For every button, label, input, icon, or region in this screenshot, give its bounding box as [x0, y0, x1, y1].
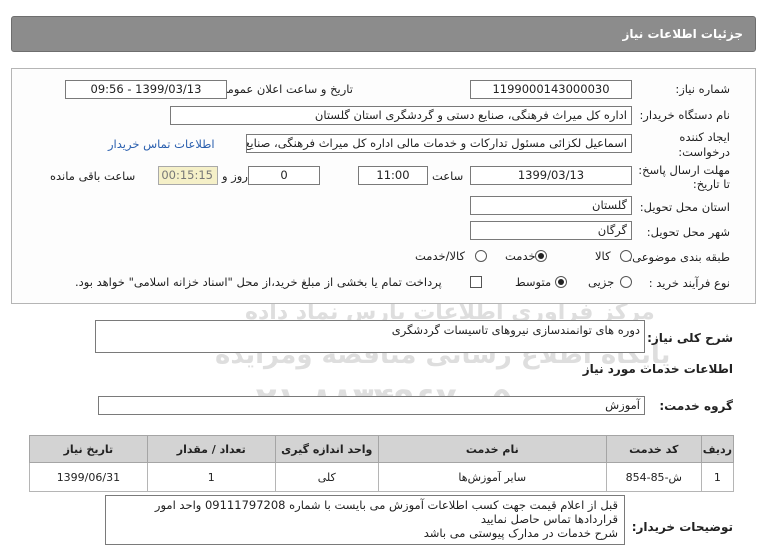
province-field: گلستان: [470, 196, 632, 215]
deadline-date-field: 1399/03/13: [470, 166, 632, 185]
province-label: استان محل تحویل:: [639, 200, 730, 214]
city-field: گرگان: [470, 221, 632, 240]
col-row-number: ردیف: [700, 435, 735, 463]
category-radio-goods-service[interactable]: [475, 250, 487, 262]
process-option-minor: جزیی: [588, 275, 615, 289]
buyer-org-label: نام دستگاه خریدار:: [639, 108, 730, 122]
requester-field: اسماعیل لکزائی مسئول تدارکات و خدمات مال…: [246, 134, 632, 153]
category-option-goods-service: کالا/خدمت: [415, 249, 466, 263]
cell-row-number: 1: [700, 462, 735, 492]
col-service-code: کد خدمت: [605, 435, 702, 463]
page-header: جزئیات اطلاعات نیاز: [11, 16, 756, 52]
buyer-contact-link[interactable]: اطلاعات تماس خریدار: [108, 137, 215, 151]
col-service-name: نام خدمت: [377, 435, 607, 463]
cell-need-date: 1399/06/31: [29, 462, 148, 492]
deadline-time-label: ساعت: [432, 169, 464, 183]
col-need-date: تاریخ نیاز: [29, 435, 148, 463]
deadline-label-2: تا تاریخ:: [692, 177, 730, 191]
general-desc-field: دوره های توانمندسازی نیروهای تاسیسات گرد…: [95, 320, 645, 353]
city-label: شهر محل تحویل:: [646, 225, 730, 239]
requester-label-1: ایجاد کننده: [679, 130, 730, 144]
requester-label-2: درخواست:: [678, 145, 730, 159]
need-number-label: شماره نیاز:: [675, 82, 730, 96]
cell-service-code: ش-85-854: [605, 462, 702, 492]
col-unit: واحد اندازه گیری: [274, 435, 379, 463]
cell-service-name: سایر آموزش‌ها: [377, 462, 607, 492]
service-group-label: گروه خدمت:: [659, 399, 733, 413]
need-number-field: 1199000143000030: [470, 80, 632, 99]
process-option-medium: متوسط: [515, 275, 552, 289]
deadline-label-1: مهلت ارسال پاسخ:: [638, 163, 730, 177]
page-title: جزئیات اطلاعات نیاز: [622, 27, 743, 41]
deadline-days-label: روز و: [222, 169, 248, 183]
category-radio-service[interactable]: [535, 250, 547, 262]
col-quantity: تعداد / مقدار: [146, 435, 276, 463]
cell-quantity: 1: [146, 462, 276, 492]
remaining-time-field: 00:15:15: [158, 166, 218, 185]
process-label: نوع فرآیند خرید :: [648, 276, 730, 290]
announce-datetime-field: 1399/03/13 - 09:56: [65, 80, 227, 99]
category-radio-goods[interactable]: [620, 250, 632, 262]
buyer-notes-field: قبل از اعلام قیمت جهت کسب اطلاعات آموزش …: [105, 495, 625, 545]
treasury-bonds-checkbox[interactable]: [470, 276, 482, 288]
cell-unit: کلی: [274, 462, 379, 492]
buyer-org-field: اداره کل میراث فرهنگی، صنایع دستی و گردش…: [170, 106, 632, 125]
services-table: ردیف کد خدمت نام خدمت واحد اندازه گیری ت…: [29, 435, 735, 492]
buyer-notes-line-3: شرح خدمات در مدارک پیوستی می باشد: [423, 526, 618, 540]
announce-datetime-label: تاریخ و ساعت اعلان عمومی:: [214, 82, 353, 96]
services-table-header: ردیف کد خدمت نام خدمت واحد اندازه گیری ت…: [29, 435, 735, 463]
remaining-time-label: ساعت باقی مانده: [50, 169, 136, 183]
table-row: 1 ش-85-854 سایر آموزش‌ها کلی 1 1399/06/3…: [29, 462, 735, 492]
services-info-title: اطلاعات خدمات مورد نیاز: [582, 362, 733, 376]
process-radio-minor[interactable]: [620, 276, 632, 288]
category-label: طبقه بندی موضوعی:: [628, 250, 730, 264]
general-desc-label: شرح کلی نیاز:: [647, 331, 733, 345]
deadline-days-field: 0: [248, 166, 320, 185]
buyer-notes-label: توضیحات خریدار:: [631, 520, 733, 534]
deadline-time-field: 11:00: [358, 166, 428, 185]
service-group-field: آموزش: [98, 396, 645, 415]
process-radio-medium[interactable]: [555, 276, 567, 288]
treasury-bonds-text: پرداخت تمام یا بخشی از مبلغ خرید،از محل …: [75, 275, 442, 289]
need-details-panel: [11, 68, 756, 304]
category-option-goods: کالا: [595, 249, 611, 263]
buyer-notes-line-1: قبل از اعلام قیمت جهت کسب اطلاعات آموزش …: [154, 498, 618, 512]
buyer-notes-line-2: قراردادها تماس حاصل نمایید: [480, 512, 618, 526]
category-option-service: خدمت: [505, 249, 536, 263]
